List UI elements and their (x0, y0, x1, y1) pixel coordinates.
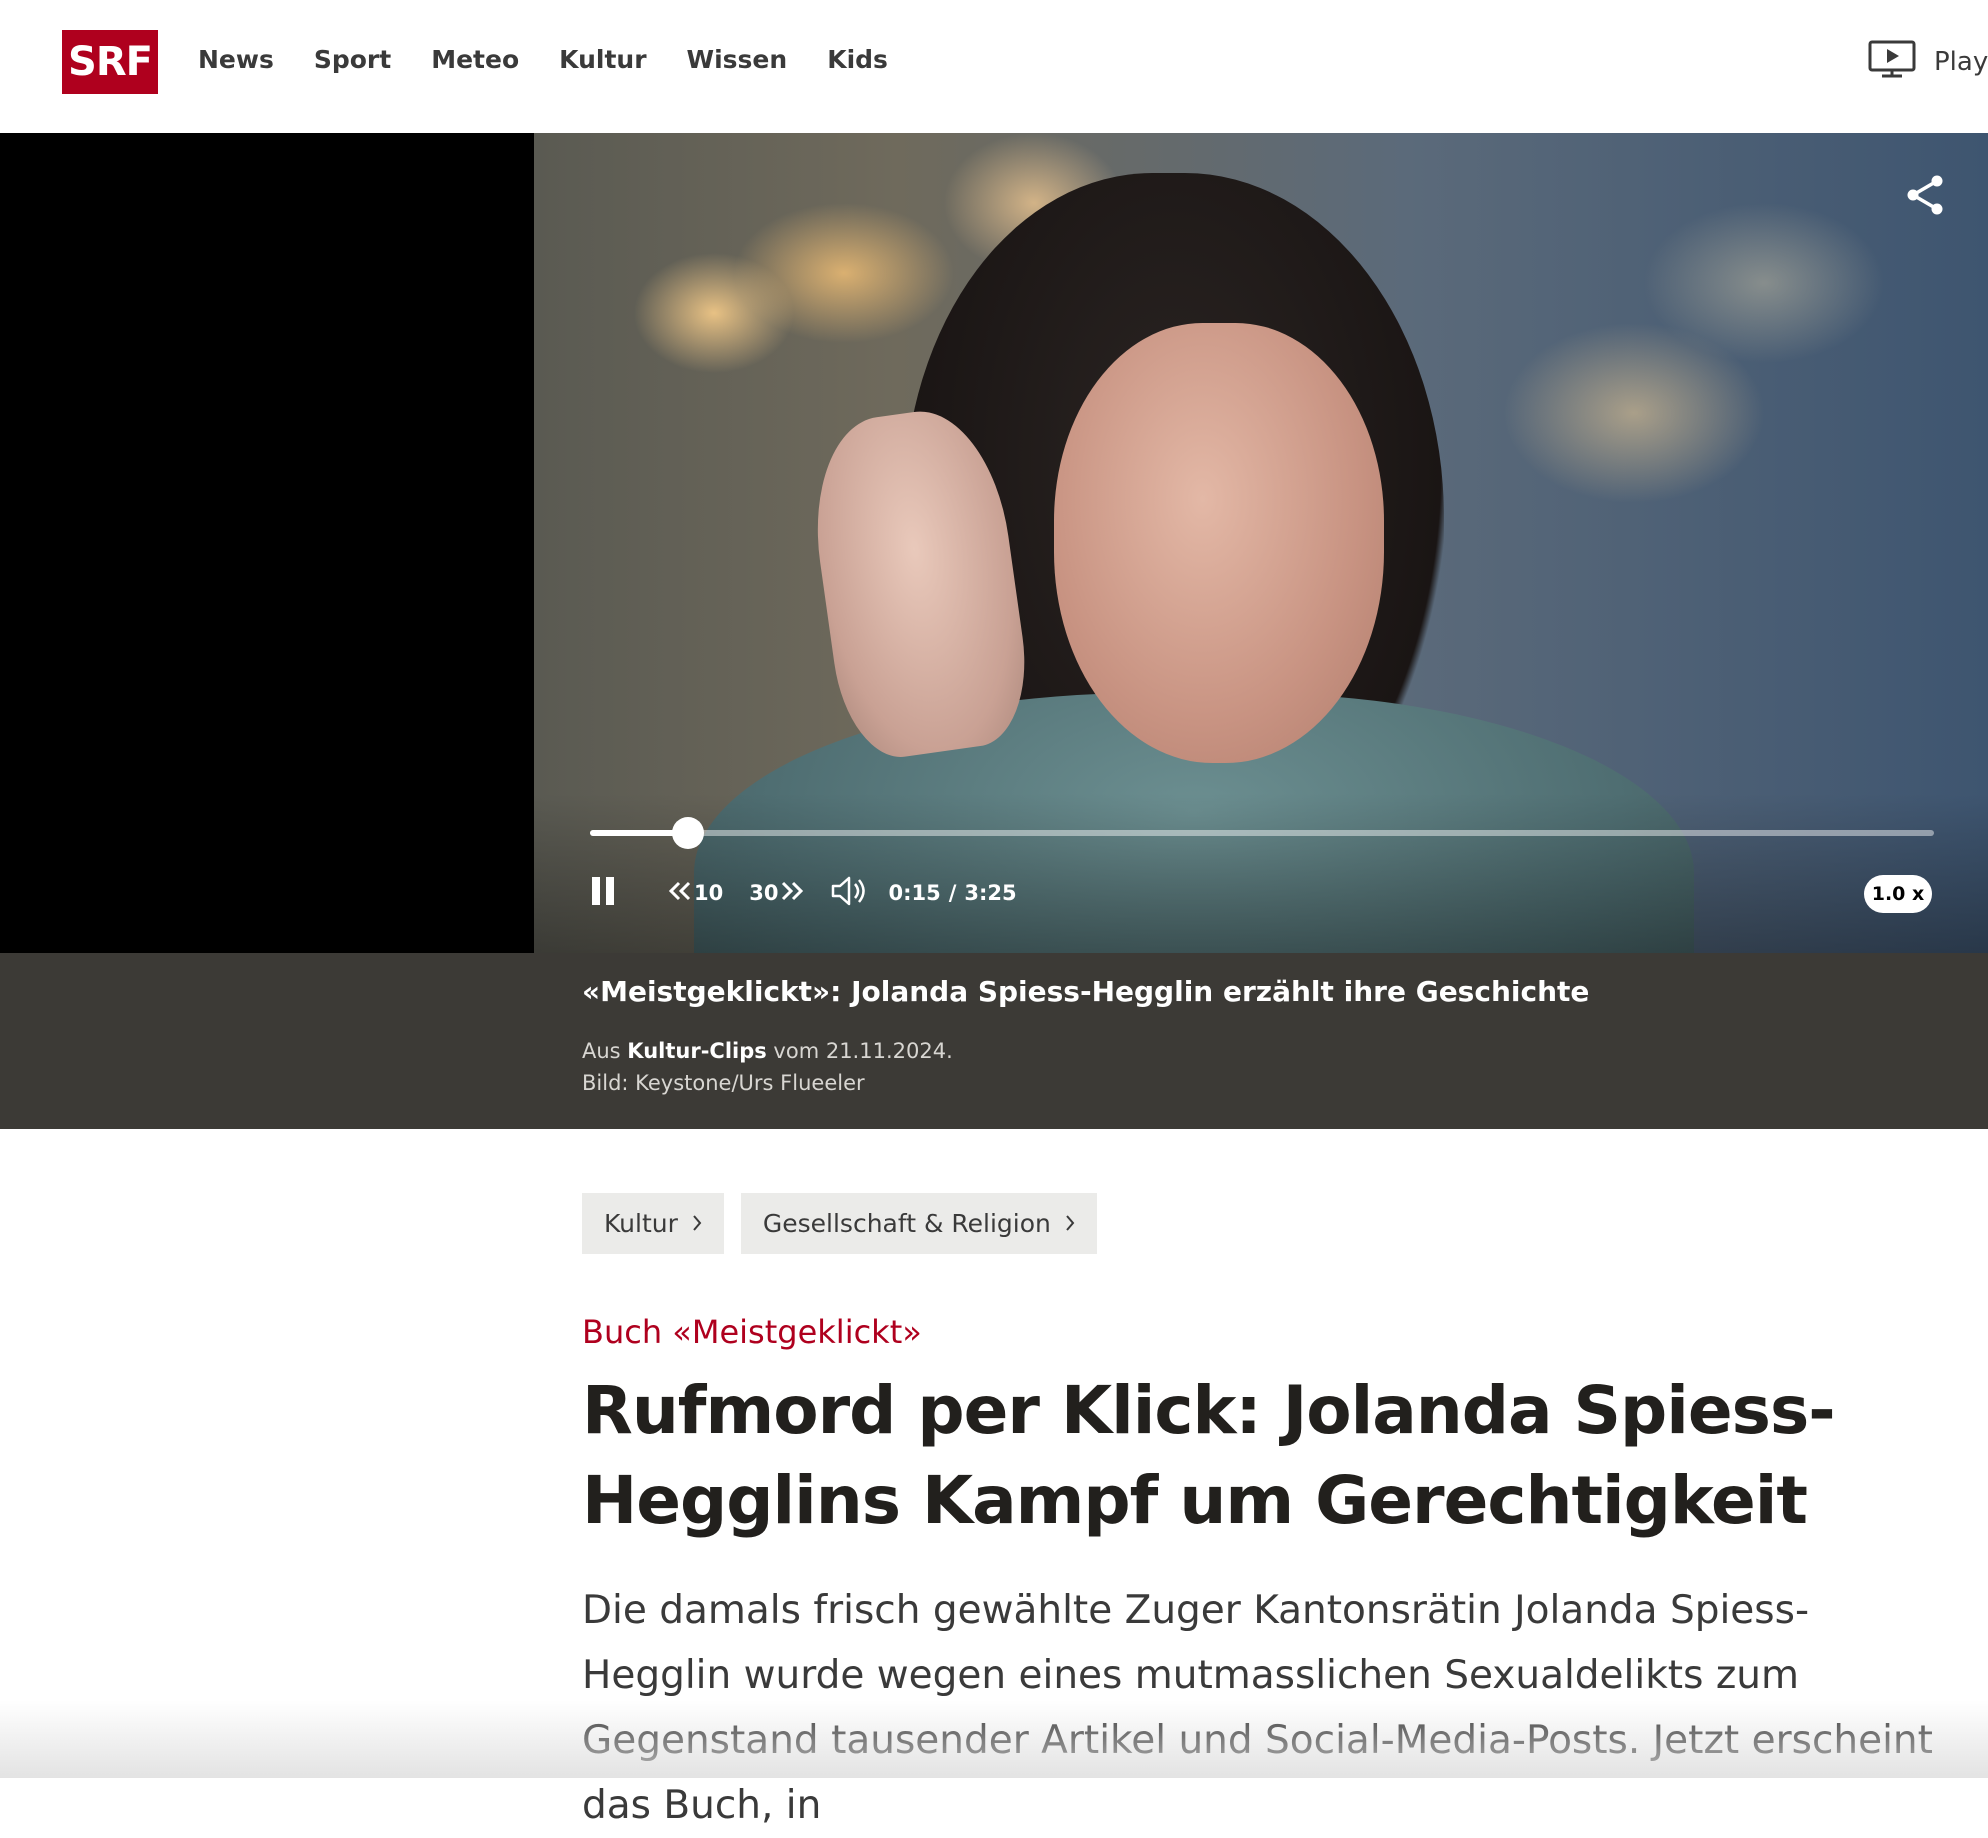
breadcrumb-label: Kultur (604, 1209, 678, 1238)
nav-sport[interactable]: Sport (314, 40, 391, 80)
progress-bar[interactable] (590, 817, 1934, 849)
forward-button[interactable]: 30 (749, 881, 804, 905)
forward-icon (780, 881, 804, 905)
source-link[interactable]: Kultur-Clips (627, 1039, 766, 1063)
breadcrumb-gesellschaft-religion[interactable]: Gesellschaft & Religion (740, 1193, 1097, 1254)
forward-label: 30 (749, 881, 779, 905)
video-caption: «Meistgeklickt»: Jolanda Spiess-Hegglin … (0, 953, 1988, 1129)
chevron-right-icon (1065, 1209, 1075, 1238)
pause-icon[interactable] (590, 875, 618, 911)
video-player[interactable]: 10 30 0:15 / 3:25 1.0 x (0, 133, 1988, 953)
bottom-fade (0, 1700, 1988, 1778)
nav-kids[interactable]: Kids (827, 40, 888, 80)
breadcrumb-kultur[interactable]: Kultur (582, 1193, 724, 1254)
rewind-button[interactable]: 10 (668, 881, 723, 905)
source-date: vom 21.11.2024. (766, 1039, 953, 1063)
time-separator: / (948, 881, 957, 905)
video-meta: Aus Kultur-Clips vom 21.11.2024. Bild: K… (582, 1035, 953, 1099)
share-icon[interactable] (1904, 173, 1948, 221)
playback-speed-button[interactable]: 1.0 x (1864, 875, 1932, 913)
play-link[interactable]: Play (1868, 40, 1988, 84)
current-time: 0:15 (888, 881, 941, 905)
site-header: SRF News Sport Meteo Kultur Wissen Kids … (0, 0, 1988, 133)
chevron-right-icon (692, 1209, 702, 1238)
nav-kultur[interactable]: Kultur (559, 40, 646, 80)
duration: 3:25 (964, 881, 1017, 905)
breadcrumb: Kultur Gesellschaft & Religion (582, 1193, 1097, 1254)
srf-logo[interactable]: SRF (62, 30, 158, 94)
video-image-face (1054, 323, 1384, 763)
nav-wissen[interactable]: Wissen (687, 40, 788, 80)
video-title: «Meistgeklickt»: Jolanda Spiess-Hegglin … (582, 975, 1590, 1008)
tv-play-icon (1868, 40, 1916, 84)
player-controls: 10 30 0:15 / 3:25 (590, 873, 1017, 913)
nav-meteo[interactable]: Meteo (431, 40, 519, 80)
nav-news[interactable]: News (198, 40, 274, 80)
volume-icon[interactable] (830, 875, 870, 911)
image-credit: Bild: Keystone/Urs Flueeler (582, 1071, 865, 1095)
source-prefix: Aus (582, 1039, 628, 1063)
rewind-icon (668, 881, 692, 905)
rewind-label: 10 (694, 881, 724, 905)
article-headline: Rufmord per Klick: Jolanda Spiess-Heggli… (582, 1372, 1836, 1539)
main-nav: News Sport Meteo Kultur Wissen Kids (198, 40, 888, 80)
video-frame[interactable]: 10 30 0:15 / 3:25 1.0 x (534, 133, 1988, 953)
progress-handle[interactable] (672, 817, 705, 849)
breadcrumb-label: Gesellschaft & Religion (762, 1209, 1051, 1238)
play-label: Play (1934, 47, 1988, 77)
article-kicker: Buch «Meistgeklickt» (582, 1313, 922, 1351)
